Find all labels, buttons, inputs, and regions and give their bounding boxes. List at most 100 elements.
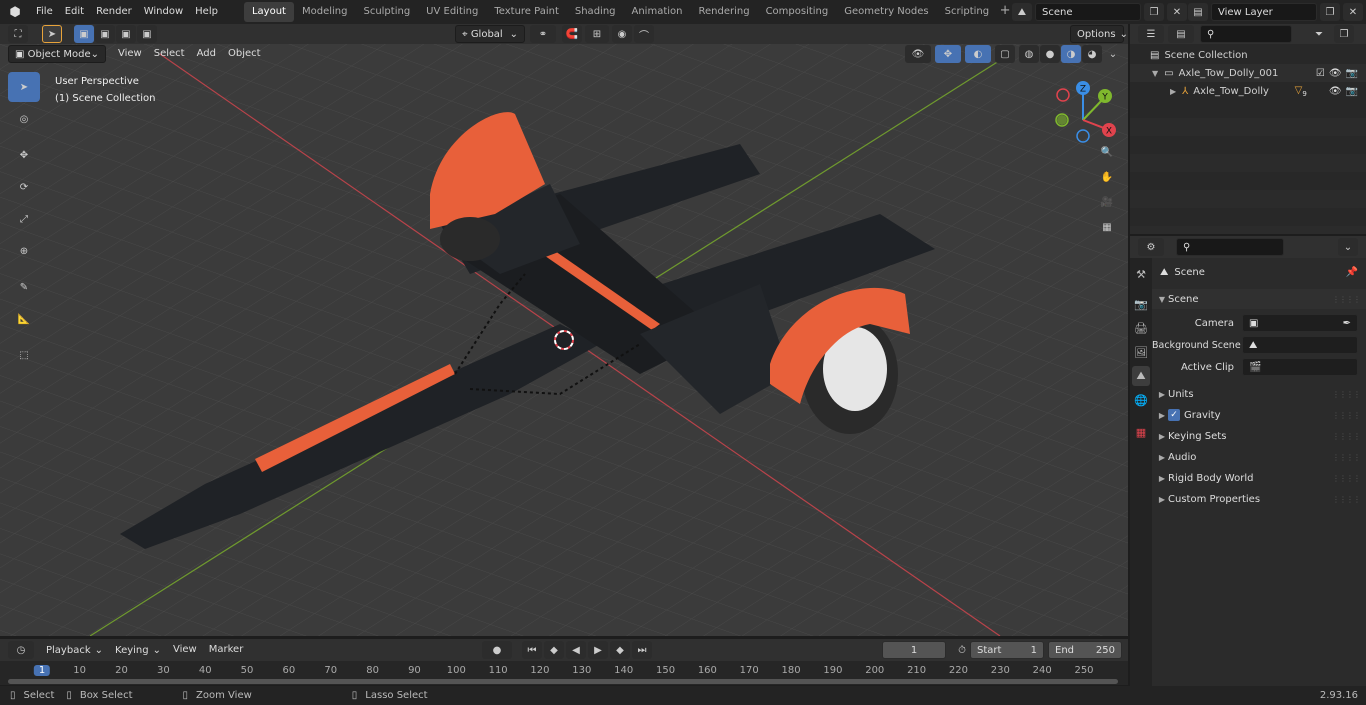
menu-select[interactable]: Select [148, 45, 191, 63]
units-panel-header[interactable]: ▶ Units ⋮⋮⋮⋮ [1152, 384, 1366, 404]
properties-search-input[interactable]: ⚲ [1176, 238, 1284, 256]
overlay-icon[interactable]: ◐ [965, 45, 991, 63]
3d-viewport[interactable]: ▣ Object Mode ⌄ View Select Add Object 👁 … [0, 44, 1128, 636]
audio-panel-header[interactable]: ▶ Audio ⋮⋮⋮⋮ [1152, 447, 1366, 467]
outliner-row-object[interactable]: ▶ ⅄ Axle_Tow_Dolly ▽9 👁 📷 [1130, 82, 1366, 100]
render-properties-icon[interactable]: 📷 [1132, 294, 1150, 314]
measure-tool-icon[interactable]: 📐 [8, 304, 40, 334]
timeline-scrubber[interactable]: 1 10 20 30 40 50 60 70 80 90 100 110 120 130 140 150 160… [0, 661, 1128, 685]
start-frame-field[interactable]: Start 1 [970, 641, 1044, 659]
camera-field[interactable]: ▣ ✒ [1242, 314, 1358, 332]
eyedropper-icon[interactable]: ✒ [1343, 318, 1351, 329]
gravity-panel-header[interactable]: ▶ ✓ Gravity ⋮⋮⋮⋮ [1152, 405, 1366, 425]
material-shading-icon[interactable]: ◑ [1061, 45, 1081, 63]
stopwatch-icon[interactable]: ⏱ [952, 641, 972, 659]
menu-object[interactable]: Object [222, 45, 267, 63]
new-view-layer-icon[interactable]: ❐ [1320, 3, 1340, 21]
tab-geometry-nodes[interactable]: Geometry Nodes [836, 2, 936, 22]
jump-start-icon[interactable]: ⏮ [522, 641, 542, 659]
transform-tool-icon[interactable]: ⊕ [8, 236, 40, 266]
checkbox-icon[interactable]: ☑ [1316, 68, 1325, 79]
falloff-icon[interactable]: ⌒ [634, 25, 654, 43]
mode-set-icon[interactable]: ▣ [74, 25, 94, 43]
xray-icon[interactable]: ▢ [995, 45, 1015, 63]
mode-intersect-icon[interactable]: ▣ [137, 25, 157, 43]
timeline-scrollbar[interactable] [8, 679, 1118, 684]
move-tool-icon[interactable]: ✥ [8, 140, 40, 170]
tab-sculpting[interactable]: Sculpting [355, 2, 418, 22]
scene-name-field[interactable]: Scene [1035, 3, 1141, 21]
mode-extend-icon[interactable]: ▣ [95, 25, 115, 43]
chevron-down-icon[interactable]: ⌄ [1106, 45, 1120, 63]
pan-hand-icon[interactable]: ✋ [1096, 166, 1118, 188]
drag-grip-icon[interactable]: ⋮⋮⋮⋮ [1332, 295, 1361, 304]
options-dropdown[interactable]: Options ⌄ [1070, 25, 1128, 43]
menu-render[interactable]: Render [90, 0, 138, 24]
tab-modeling[interactable]: Modeling [294, 2, 356, 22]
drag-grip-icon[interactable]: ⋮⋮⋮⋮ [1332, 411, 1361, 420]
scene-panel-header[interactable]: ▼ Scene ⋮⋮⋮⋮ [1152, 289, 1366, 309]
tool-properties-icon[interactable]: ⚒ [1132, 264, 1150, 284]
menu-window[interactable]: Window [138, 0, 189, 24]
custom-properties-panel-header[interactable]: ▶ Custom Properties ⋮⋮⋮⋮ [1152, 489, 1366, 509]
scale-tool-icon[interactable]: ⤢ [8, 204, 40, 234]
wireframe-shading-icon[interactable]: ◍ [1019, 45, 1039, 63]
snap-icon[interactable]: 🧲 [562, 25, 582, 43]
gravity-checkbox[interactable]: ✓ [1168, 409, 1180, 421]
filter-icon[interactable]: ⏷ [1306, 25, 1332, 43]
world-properties-icon[interactable]: 🌐 [1132, 390, 1150, 410]
scene-icon[interactable]: ⛰ [1012, 3, 1032, 21]
tab-rendering[interactable]: Rendering [690, 2, 757, 22]
navigation-gizmo[interactable]: Z Y X [1048, 78, 1118, 148]
expand-triangle-icon[interactable]: ▼ [1152, 69, 1158, 78]
tab-animation[interactable]: Animation [624, 2, 691, 22]
proportional-edit-icon[interactable]: ◉ [612, 25, 632, 43]
editor-type-icon[interactable]: ⛶ [8, 25, 28, 43]
scene-properties-icon[interactable]: ⛰ [1132, 366, 1150, 386]
menu-edit[interactable]: Edit [59, 0, 90, 24]
tab-uv-editing[interactable]: UV Editing [418, 2, 486, 22]
background-scene-field[interactable]: ⛰ [1242, 336, 1358, 354]
record-icon[interactable]: ● [482, 641, 512, 659]
view-layer-field[interactable]: View Layer [1211, 3, 1317, 21]
new-collection-icon[interactable]: ❐ [1334, 25, 1354, 43]
menu-file[interactable]: File [30, 0, 59, 24]
camera-icon[interactable]: 📷 [1346, 68, 1358, 79]
blender-logo-icon[interactable]: ⬢ [0, 0, 30, 24]
solid-shading-icon[interactable]: ● [1040, 45, 1060, 63]
drag-grip-icon[interactable]: ⋮⋮⋮⋮ [1332, 495, 1361, 504]
timeline-view-menu[interactable]: View [167, 641, 203, 659]
drag-grip-icon[interactable]: ⋮⋮⋮⋮ [1332, 390, 1361, 399]
visibility-icon[interactable]: 👁 [905, 45, 931, 63]
snap-target-icon[interactable]: ⊞ [585, 25, 609, 43]
view-layer-properties-icon[interactable]: 🖼 [1132, 342, 1150, 362]
add-cube-tool-icon[interactable]: ⬚ [8, 340, 40, 370]
output-properties-icon[interactable]: 🖨 [1132, 318, 1150, 338]
tab-compositing[interactable]: Compositing [758, 2, 837, 22]
camera-view-icon[interactable]: 🎥 [1096, 191, 1118, 213]
tab-texture-paint[interactable]: Texture Paint [486, 2, 567, 22]
eye-icon[interactable]: 👁 [1329, 68, 1342, 79]
tab-layout[interactable]: Layout [243, 2, 294, 22]
ortho-grid-icon[interactable]: ▦ [1096, 216, 1118, 238]
mode-subtract-icon[interactable]: ▣ [116, 25, 136, 43]
jump-end-icon[interactable]: ⏭ [632, 641, 652, 659]
drag-grip-icon[interactable]: ⋮⋮⋮⋮ [1332, 453, 1361, 462]
rendered-shading-icon[interactable]: ◕ [1082, 45, 1102, 63]
menu-view[interactable]: View [112, 45, 148, 63]
pin-icon[interactable]: 📌 [1346, 267, 1358, 278]
eye-icon[interactable]: 👁 [1329, 86, 1342, 97]
timeline-editor-icon[interactable]: ◷ [8, 641, 34, 659]
properties-editor-icon[interactable]: ⚙ [1138, 238, 1164, 256]
outliner-search-input[interactable]: ⚲ [1200, 25, 1292, 43]
rigid-body-world-panel-header[interactable]: ▶ Rigid Body World ⋮⋮⋮⋮ [1152, 468, 1366, 488]
pivot-point-icon[interactable]: ⚭ [530, 25, 556, 43]
mode-dropdown[interactable]: ▣ Object Mode ⌄ [8, 45, 106, 63]
current-frame-field[interactable]: 1 [882, 641, 946, 659]
play-reverse-icon[interactable]: ◀ [566, 641, 586, 659]
end-frame-field[interactable]: End 250 [1048, 641, 1122, 659]
menu-help[interactable]: Help [189, 0, 224, 24]
new-scene-icon[interactable]: ❐ [1144, 3, 1164, 21]
delete-scene-icon[interactable]: ✕ [1167, 3, 1187, 21]
delete-view-layer-icon[interactable]: ✕ [1343, 3, 1363, 21]
